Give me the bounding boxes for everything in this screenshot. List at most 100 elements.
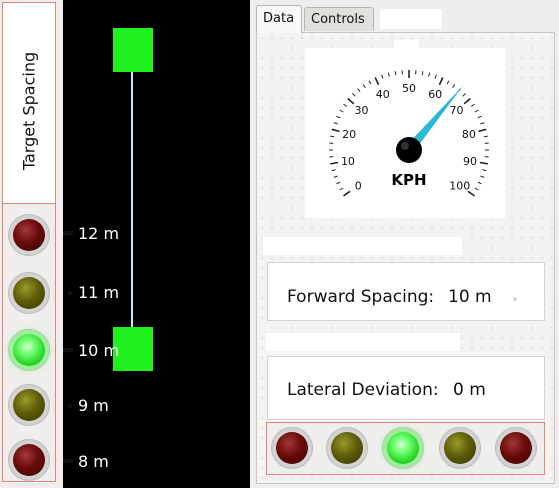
speedometer-unit: KPH [391,171,426,189]
gauge-minor-tick [339,187,344,191]
gauge-minor-tick [477,181,482,185]
gauge-minor-tick [482,169,487,172]
gauge-tick-label: 100 [449,180,470,193]
gauge-minor-tick [368,80,372,85]
spacing-light-11m [8,272,50,314]
scale-label-8m: 8 m [78,452,109,471]
lateral-light-bulb [500,432,532,464]
gauge-minor-tick [434,74,437,79]
gauge-minor-tick [330,135,335,138]
gauge-minor-tick [343,103,348,107]
gauge-minor-tick [474,109,479,113]
tab-blank [380,9,442,29]
gauge-tick-label: 50 [402,82,416,95]
spacing-light-9m [8,384,50,426]
target-spacing-title-box: Target Spacing [3,3,55,204]
gauge-minor-tick [387,72,390,77]
scale-tick-8m [63,459,73,463]
scale-tick-9m [68,404,72,408]
gauge-major-tick [478,128,487,133]
gauge-minor-tick [480,122,485,125]
scale-label-9m: 9 m [78,396,109,415]
gauge-minor-tick [421,71,424,76]
lateral-light-bulb [387,432,419,464]
scale-tick-12m [63,231,73,235]
track-line [131,48,133,350]
gauge-tick-label: 70 [449,104,463,117]
gauge-major-tick [463,97,471,105]
scale-label-10m: 10 m [78,341,120,360]
scale-label-11m: 11 m [78,283,120,302]
blank-strip [263,237,462,255]
speedometer-dial: 010 20 30 40 50 60 70 80 90 100 KPH [329,70,489,197]
gauge-minor-tick [462,93,466,97]
gauge-major-tick [331,128,340,133]
gauge-major-tick [347,97,355,105]
lateral-light-bulb [331,432,363,464]
speedometer: 0 10 20 30 40 50 60 70 80 90 100 KPH [305,48,505,218]
forward-spacing-label: Forward Spacing: [287,287,435,307]
gauge-tick-label: 30 [355,104,369,117]
target-spacing-panel: Target Spacing [2,2,56,482]
spacing-light-bulb [13,334,45,366]
forward-spacing-value: 10 m [448,287,492,307]
gauge-minor-tick [381,74,384,79]
gauge-minor-tick [480,175,485,178]
speedometer-hub [396,137,422,163]
spacing-light-bulb [13,277,45,309]
gauge-tick-label: 0 [355,180,362,193]
gauge-major-tick [343,190,351,197]
lateral-deviation-label: Lateral Deviation: [287,380,439,400]
blank-strip [266,333,460,351]
gauge-tick-label: 60 [428,88,442,101]
gauge-tick-label: 20 [342,128,356,141]
gauge-major-tick [330,161,339,165]
gauge-minor-tick [333,122,338,125]
gauge-minor-tick [336,115,341,119]
gauge-minor-tick [483,135,488,138]
gauge-minor-tick [333,175,338,178]
forward-spacing-readout: Forward Spacing: 10 m [267,262,545,321]
scale-label-12m: 12 m [78,224,120,243]
lateral-light-right [439,427,481,469]
lateral-light-far-right [495,427,537,469]
gauge-tick-label: 10 [341,155,355,168]
spacing-light-bulb [13,444,45,476]
target-spacing-title: Target Spacing [19,51,39,171]
lateral-light-far-left [271,427,313,469]
scale-tick-10m [63,348,73,352]
lateral-light-center [382,427,424,469]
spacing-light-8m [8,439,50,481]
gauge-minor-tick [470,103,475,107]
gauge-minor-tick [331,169,336,172]
gauge-tick-label: 90 [463,155,477,168]
scale-tick-11m [68,291,72,295]
lateral-deviation-value: 0 m [453,380,486,400]
gauge-minor-tick [477,115,482,119]
lateral-deviation-lights [266,422,545,475]
gauge-top-mark [394,40,418,48]
gauge-major-tick [374,77,380,86]
gauge-minor-tick [446,80,450,85]
gauge-minor-tick [339,109,344,113]
gauge-minor-tick [474,187,479,191]
gauge-tick-label: 80 [462,128,476,141]
status-dot [513,297,517,301]
gauge-major-tick [438,77,444,86]
gauge-minor-tick [362,84,366,89]
tab-controls[interactable]: Controls [304,7,374,31]
lateral-light-bulb [444,432,476,464]
gauge-minor-tick [452,84,456,89]
gauge-tick-label: 40 [376,88,390,101]
gauge-minor-tick [336,181,341,185]
lateral-deviation-readout: Lateral Deviation: 0 m [267,356,545,420]
speedometer-hub-highlight [401,142,409,150]
tab-data[interactable]: Data [256,5,302,33]
spacing-light-bulb [13,219,45,251]
lateral-light-bulb [276,432,308,464]
gauge-minor-tick [428,72,431,77]
lead-vehicle [113,28,153,72]
gauge-minor-tick [357,88,361,93]
spacing-light-bulb [13,389,45,421]
spacing-light-10m [8,329,50,371]
